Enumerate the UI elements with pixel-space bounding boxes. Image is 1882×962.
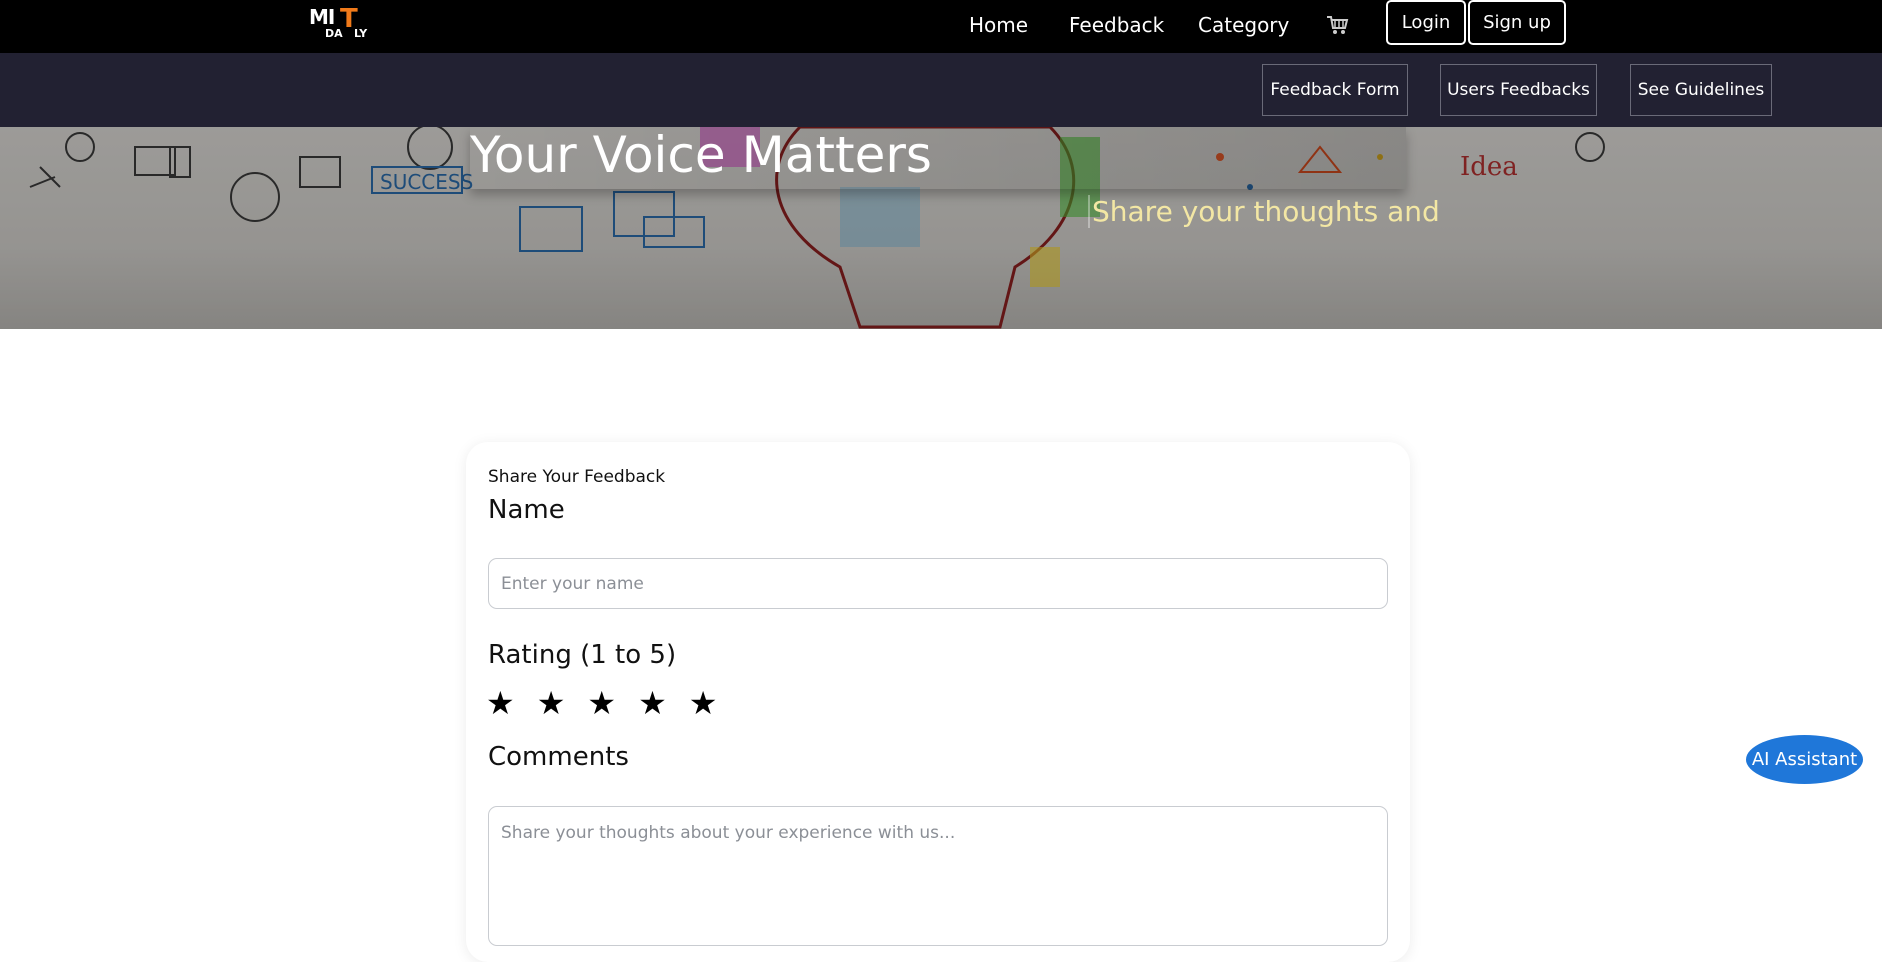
cart-icon[interactable]: [1326, 14, 1350, 36]
see-guidelines-button[interactable]: See Guidelines: [1630, 64, 1772, 116]
rating-star-1[interactable]: ★: [486, 685, 515, 721]
users-feedbacks-button[interactable]: Users Feedbacks: [1440, 64, 1597, 116]
rating-star-4[interactable]: ★: [638, 685, 667, 721]
logo-text-da: DA: [325, 27, 343, 40]
rating-star-2[interactable]: ★: [537, 685, 566, 721]
comments-textarea[interactable]: [488, 806, 1388, 946]
name-input[interactable]: [488, 558, 1388, 609]
name-label: Name: [488, 495, 565, 525]
logo-text-mi: MI: [309, 5, 335, 29]
site-logo[interactable]: MI T DA LY: [309, 4, 369, 43]
rating-label: Rating (1 to 5): [488, 640, 677, 670]
feedback-form-card: Share Your Feedback Name Rating (1 to 5)…: [466, 442, 1410, 962]
feedback-subnav: Feedback Form Users Feedbacks See Guidel…: [0, 53, 1882, 127]
rating-star-5[interactable]: ★: [689, 685, 718, 721]
nav-home-link[interactable]: Home: [969, 13, 1028, 37]
rating-star-3[interactable]: ★: [587, 685, 616, 721]
nav-feedback-link[interactable]: Feedback: [1069, 13, 1164, 37]
signup-button[interactable]: Sign up: [1468, 0, 1566, 45]
comments-label: Comments: [488, 742, 629, 772]
login-button[interactable]: Login: [1386, 0, 1466, 45]
nav-category-link[interactable]: Category: [1198, 13, 1289, 37]
top-navbar: MI T DA LY Home Feedback Category Login …: [0, 0, 1882, 53]
hero-subtitle: Share your thoughts and: [1088, 195, 1440, 228]
hero-banner: SUCCESS Idea Your Voice Matters Share yo…: [0, 127, 1882, 329]
form-heading: Share Your Feedback: [488, 467, 666, 487]
hero-title: Your Voice Matters: [470, 127, 1406, 189]
feedback-form-button[interactable]: Feedback Form: [1262, 64, 1408, 116]
rating-stars: ★ ★ ★ ★ ★: [486, 685, 717, 721]
logo-text-ly: LY: [354, 27, 368, 40]
ai-assistant-button[interactable]: AI Assistant: [1746, 735, 1863, 784]
